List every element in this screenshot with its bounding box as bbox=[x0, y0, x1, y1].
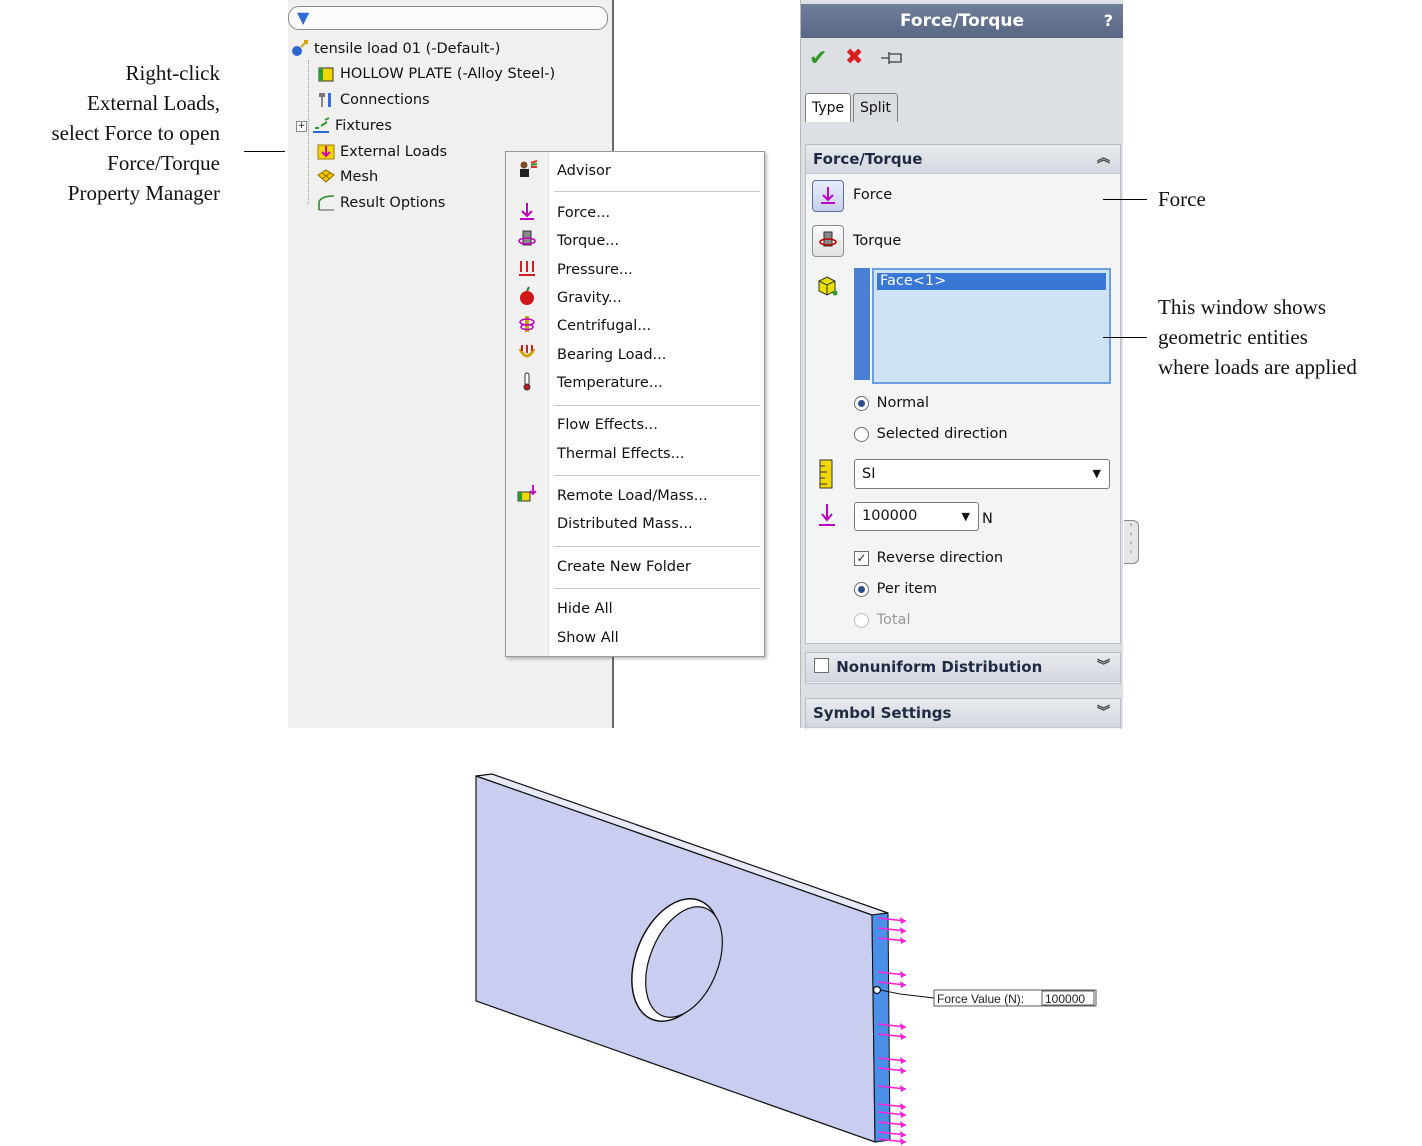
force-arrow-head bbox=[900, 1138, 906, 1145]
force-arrow-head bbox=[900, 1111, 906, 1118]
force-arrow-head bbox=[900, 1085, 906, 1092]
force-arrow-head bbox=[900, 1057, 906, 1064]
force-arrow-head bbox=[900, 971, 906, 978]
force-arrow-head bbox=[900, 1103, 906, 1110]
model-viewport: Force Value (N): 100000 bbox=[475, 773, 1097, 1145]
force-arrow-head bbox=[900, 937, 906, 944]
plate-loaded-face bbox=[871, 912, 891, 1143]
force-arrow-head bbox=[900, 1067, 906, 1074]
force-arrow-head bbox=[900, 917, 906, 924]
callout-anchor bbox=[872, 985, 882, 995]
callout-value: 100000 bbox=[1045, 992, 1085, 1006]
force-arrow-head bbox=[900, 927, 906, 934]
force-arrow-head bbox=[900, 1033, 906, 1040]
force-arrow-head bbox=[900, 981, 906, 988]
force-arrow-head bbox=[900, 1023, 906, 1030]
callout-label: Force Value (N): bbox=[937, 992, 1024, 1006]
force-arrow-head bbox=[900, 1121, 906, 1128]
force-arrow-head bbox=[900, 1131, 906, 1138]
